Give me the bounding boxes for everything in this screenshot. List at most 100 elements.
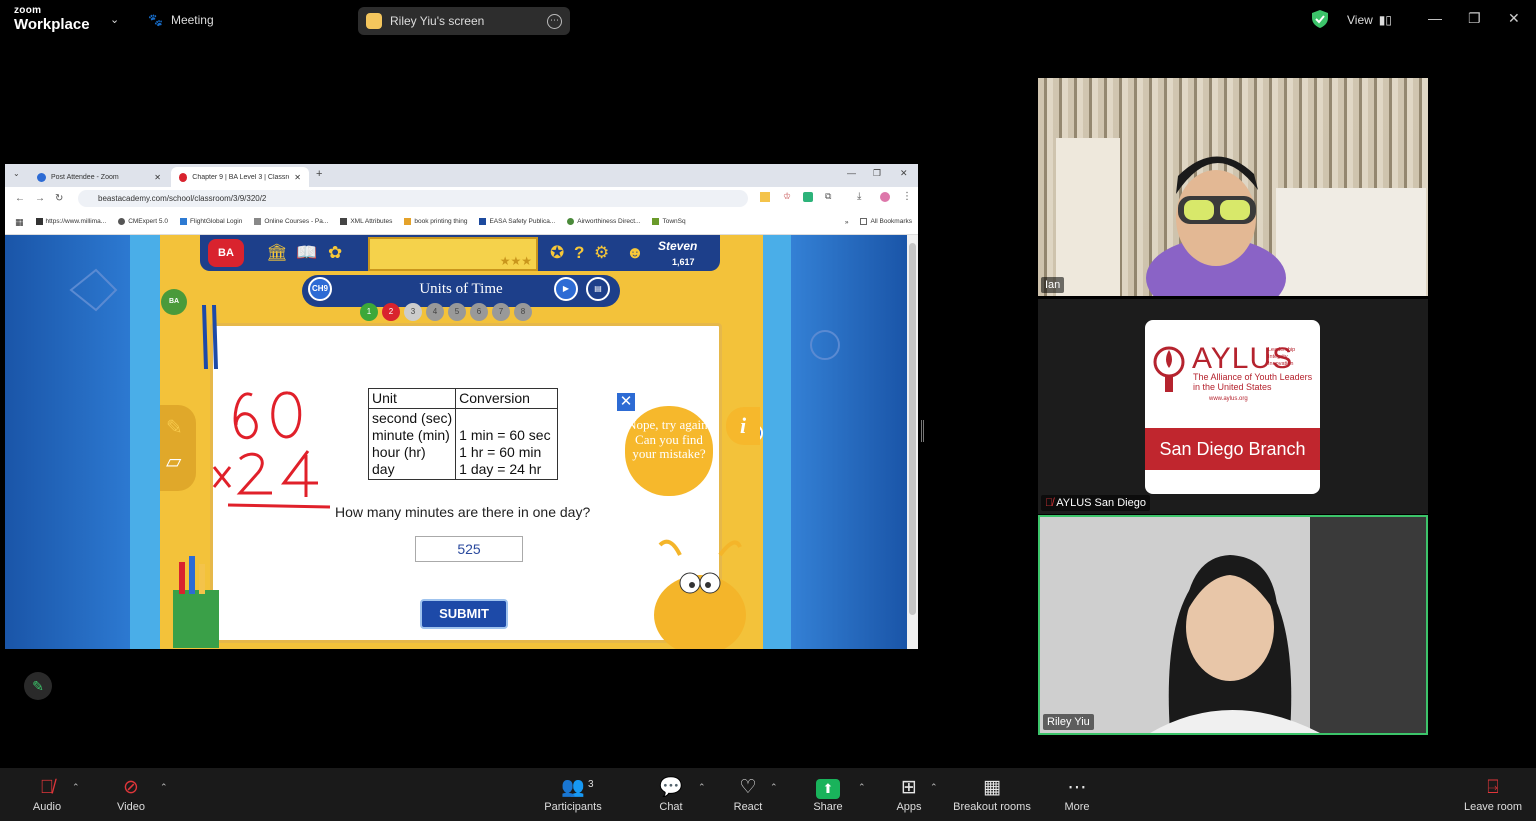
bookmark-item[interactable]: book printing thing <box>404 218 467 226</box>
bookmark-item[interactable]: TownSq <box>652 218 686 226</box>
browser-minimize-icon[interactable]: — <box>847 168 856 178</box>
bookmark-item[interactable]: FlightGlobal Login <box>179 218 242 226</box>
react-options-caret-icon[interactable]: ⌃ <box>770 782 778 793</box>
apps-options-caret-icon[interactable]: ⌃ <box>930 782 938 793</box>
eraser-icon[interactable]: ▱ <box>166 449 181 474</box>
app-menu-chevron-icon[interactable]: ⌄ <box>110 13 119 26</box>
share-options-icon[interactable]: ⋯ <box>547 13 562 29</box>
info-button[interactable]: i <box>726 407 760 445</box>
help-icon[interactable]: ? <box>574 243 584 263</box>
participant-name: Ian <box>1041 277 1065 293</box>
breakout-rooms-button[interactable]: ▦ Breakout rooms <box>950 776 1034 813</box>
bookmark-item[interactable]: https://www.millima... <box>35 218 106 226</box>
question-text: How many minutes are there in one day? <box>335 504 591 520</box>
chat-button[interactable]: 💬 Chat <box>656 776 686 813</box>
security-shield-icon[interactable] <box>1312 10 1328 28</box>
meeting-menu-button[interactable]: 🐾 Meeting <box>148 13 214 27</box>
scrollbar-thumb[interactable] <box>909 243 916 615</box>
pencil-cup-icon <box>173 556 219 648</box>
problem-dot[interactable]: 5 <box>448 303 466 321</box>
react-button[interactable]: ♡ React <box>730 776 766 813</box>
chapter-tab[interactable]: BA <box>161 289 187 315</box>
forward-icon[interactable]: → <box>35 193 45 204</box>
extension-icon[interactable]: ♔ <box>783 191 791 202</box>
problem-dot[interactable]: 8 <box>514 303 532 321</box>
problem-dot[interactable]: 7 <box>492 303 510 321</box>
shared-screen: ⌄ Post Attendee - Zoom ✕ Chapter 9 | BA … <box>5 164 918 649</box>
more-button[interactable]: ⋯ More <box>1060 776 1094 813</box>
extension-icon[interactable] <box>803 192 813 202</box>
all-bookmarks[interactable]: All Bookmarks <box>860 218 912 226</box>
annotate-pencil-icon[interactable]: ✎ <box>24 672 52 700</box>
share-options-caret-icon[interactable]: ⌃ <box>858 782 866 793</box>
participants-button[interactable]: 👥 Participants <box>540 776 606 813</box>
bookmark-item[interactable]: XML Attributes <box>340 218 392 226</box>
pencil-icon[interactable]: ✎ <box>166 415 183 440</box>
settings-gear-icon[interactable]: ⚙ <box>594 243 609 263</box>
feedback-bubble: Nope, try again. Can you find your mista… <box>622 403 716 499</box>
username[interactable]: Steven <box>658 239 697 253</box>
book-icon[interactable]: 📖 <box>296 243 317 263</box>
bookmark-item[interactable]: CMExpert 5.0 <box>118 218 168 226</box>
problem-dot[interactable]: 2 <box>382 303 400 321</box>
problem-dot[interactable]: 1 <box>360 303 378 321</box>
restore-icon[interactable]: ❐ <box>1468 10 1481 27</box>
profile-avatar[interactable] <box>880 192 890 202</box>
bookmark-item[interactable]: EASA Safety Publica... <box>479 218 555 226</box>
video-tile-aylus[interactable]: AYLUS Leadership Integrity Innovation Th… <box>1038 299 1428 514</box>
extension-icon[interactable] <box>760 192 770 202</box>
chat-options-caret-icon[interactable]: ⌃ <box>698 782 706 793</box>
video-options-caret-icon[interactable]: ⌃ <box>160 782 168 793</box>
tab-search-chevron-icon[interactable]: ⌄ <box>13 169 20 178</box>
video-button[interactable]: ⊘ Video <box>112 776 150 813</box>
audio-button[interactable]: 🎙̸ Audio <box>28 776 66 813</box>
beast-academy-logo[interactable]: BA <box>208 239 244 267</box>
tab-post-attendee[interactable]: Post Attendee - Zoom ✕ <box>29 167 169 187</box>
close-window-icon[interactable]: ✕ <box>1508 10 1520 27</box>
award-icon[interactable]: ✪ <box>550 243 564 263</box>
beast-academy-favicon-icon <box>179 172 188 182</box>
answer-input[interactable]: 525 <box>415 536 523 562</box>
tab-chapter-9[interactable]: Chapter 9 | BA Level 3 | Classro... ✕ <box>171 167 309 187</box>
leave-room-button[interactable]: ⍈ Leave room <box>1460 776 1526 813</box>
apps-button[interactable]: ⊞ Apps <box>892 776 926 813</box>
close-tab-icon[interactable]: ✕ <box>294 173 301 182</box>
view-button[interactable]: View ▮▯ <box>1347 13 1392 27</box>
avatar-icon[interactable]: ☻ <box>626 243 644 263</box>
home-icon[interactable]: 🏛 <box>266 243 288 263</box>
url-text: beastacademy.com/school/classroom/3/9/32… <box>98 194 267 203</box>
browser-close-icon[interactable]: ✕ <box>900 168 908 179</box>
address-bar[interactable]: beastacademy.com/school/classroom/3/9/32… <box>78 190 748 207</box>
problem-dot[interactable]: 4 <box>426 303 444 321</box>
download-icon[interactable]: ⤓ <box>857 191 861 202</box>
bookmark-item[interactable]: Online Courses - Pa... <box>254 218 328 226</box>
screen-share-indicator[interactable]: Riley Yiu's screen ⋯ <box>358 7 570 35</box>
problem-dot[interactable]: 3 <box>404 303 422 321</box>
close-tab-icon[interactable]: ✕ <box>154 173 161 182</box>
split-resize-handle[interactable] <box>921 420 924 442</box>
video-tile-ian[interactable]: Ian <box>1038 78 1428 296</box>
minimize-icon[interactable]: — <box>1428 10 1442 26</box>
extensions-puzzle-icon[interactable]: ⧉ <box>825 191 831 202</box>
new-tab-icon[interactable]: + <box>316 168 322 180</box>
back-icon[interactable]: ← <box>15 193 25 204</box>
bookmark-item[interactable]: Airworthiness Direct... <box>567 218 640 226</box>
browser-menu-icon[interactable]: ⋮ <box>902 191 912 202</box>
close-feedback-button[interactable]: ✕ <box>615 391 637 413</box>
decor-circle-icon <box>810 330 840 360</box>
play-video-icon[interactable]: ▶ <box>554 277 578 301</box>
apps-grid-icon[interactable]: ▦ <box>15 217 24 228</box>
puzzle-icon[interactable]: ✿ <box>328 243 342 263</box>
page-scrollbar[interactable] <box>907 235 918 649</box>
progress-banner: ★★★ <box>368 237 538 271</box>
problem-dot[interactable]: 6 <box>470 303 488 321</box>
bookmarks-overflow-icon[interactable]: » <box>845 219 849 226</box>
chat-icon: 💬 <box>659 777 683 798</box>
guide-book-icon[interactable]: ▤ <box>586 277 610 301</box>
submit-button[interactable]: SUBMIT <box>420 599 508 629</box>
browser-restore-icon[interactable]: ❐ <box>873 168 881 179</box>
video-tile-riley[interactable]: Riley Yiu <box>1038 515 1428 735</box>
reload-icon[interactable]: ↻ <box>55 193 63 204</box>
audio-options-caret-icon[interactable]: ⌃ <box>72 782 80 793</box>
share-button[interactable]: ⬆ Share <box>810 776 846 813</box>
